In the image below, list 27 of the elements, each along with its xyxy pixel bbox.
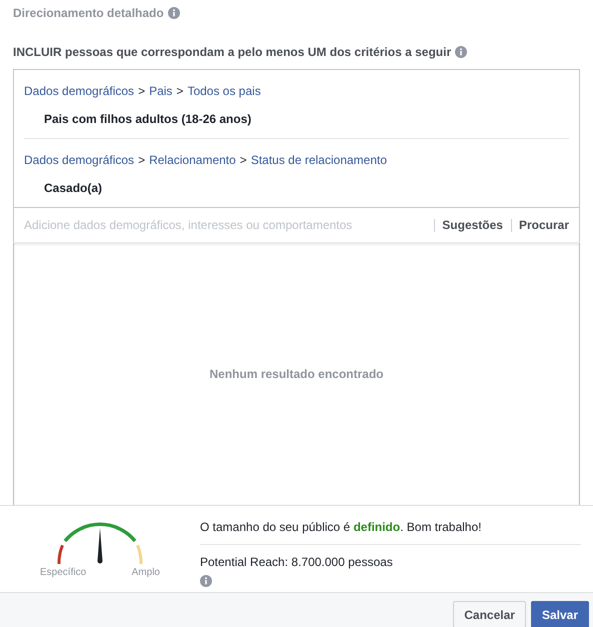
breadcrumb-link[interactable]: Dados demográficos [24,153,134,167]
audience-message: O tamanho do seu público é definido. Bom trabalho! [200,520,581,545]
breadcrumb-separator: > [240,153,247,167]
tab-link[interactable]: Procurar [510,218,569,232]
potential-reach: Potential Reach: 8.700.000 pessoas [200,555,394,569]
breadcrumb-link[interactable]: Status de relacionamento [250,153,387,167]
empty-message: Nenhum resultado encontrado [209,367,384,381]
breadcrumb-link[interactable]: Pais [149,84,172,98]
criterion-value: Casado(a) [43,180,104,197]
breadcrumb-separator: > [138,153,146,167]
save-button[interactable]: Salvar [530,601,589,627]
include-label: INCLUIR pessoas que correspondam a pelo menos UM dos critérios a seguir [13,45,452,59]
search-field[interactable]: Adicione dados demográficos, interesses ou comportamentos Sugestões Procurar [14,207,579,242]
cancel-button[interactable]: Cancelar [453,601,526,627]
gauge-label: Específico [40,567,86,578]
section-title: Direcionamento detalhado [13,6,164,20]
breadcrumb-link[interactable]: Relacionamento [149,153,236,167]
gauge-label: Amplo [132,567,160,578]
info-icon[interactable] [168,7,180,19]
breadcrumb-separator: > [138,84,146,98]
info-icon[interactable] [455,46,468,58]
info-icon[interactable] [200,575,212,587]
criterion-value: Pais com filhos adultos (18-26 anos) [43,111,252,128]
breadcrumb-link[interactable]: Dados demográficos [24,84,134,98]
breadcrumb-separator: > [176,84,184,98]
breadcrumb-link[interactable]: Todos os pais [187,84,261,98]
tab-link[interactable]: Sugestões [434,218,503,232]
